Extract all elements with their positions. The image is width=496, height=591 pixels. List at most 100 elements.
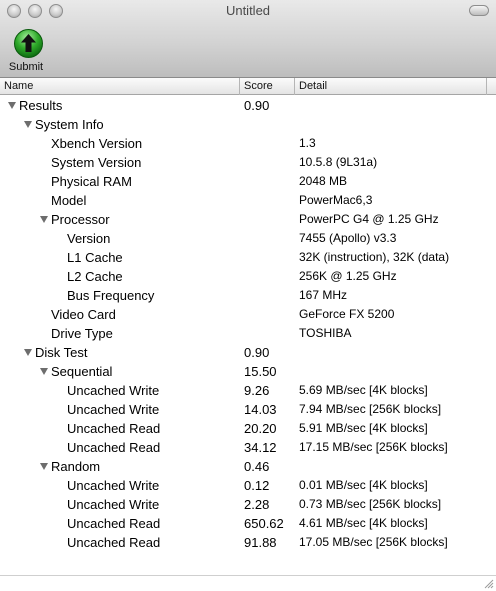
row-score: 2.28 xyxy=(244,497,270,512)
row-detail: 10.5.8 (9L31a) xyxy=(299,155,378,169)
disclosure-triangle-icon[interactable] xyxy=(40,463,48,470)
column-header-score[interactable]: Score xyxy=(239,78,294,95)
submit-label: Submit xyxy=(8,61,44,73)
row-detail: 256K @ 1.25 GHz xyxy=(299,269,397,283)
row-score: 0.90 xyxy=(244,345,270,360)
outline-row-model[interactable]: Model PowerMac6,3 xyxy=(0,191,496,210)
row-detail: 7.94 MB/sec [256K blocks] xyxy=(299,402,442,416)
row-name: Uncached Write xyxy=(67,497,160,512)
results-outline: Results 0.90 System Info Xbench Version 1.3 S… xyxy=(0,96,496,574)
row-name: Drive Type xyxy=(51,326,113,341)
outline-row-rnd-uncached-write-256k[interactable]: Uncached Write 2.28 0.73 MB/sec [256K bloc… xyxy=(0,495,496,514)
outline-row-results[interactable]: Results 0.90 xyxy=(0,96,496,115)
row-score: 34.12 xyxy=(244,440,277,455)
row-name: L2 Cache xyxy=(67,269,123,284)
row-detail: 0.73 MB/sec [256K blocks] xyxy=(299,497,442,511)
row-name: Processor xyxy=(51,212,110,227)
row-name: Uncached Write xyxy=(67,478,160,493)
row-detail: 32K (instruction), 32K (data) xyxy=(299,250,450,264)
row-detail: PowerPC G4 @ 1.25 GHz xyxy=(299,212,439,226)
outline-row-xbench-version[interactable]: Xbench Version 1.3 xyxy=(0,134,496,153)
row-name: L1 Cache xyxy=(67,250,123,265)
toolbar-toggle-button[interactable] xyxy=(469,5,489,16)
row-detail: 17.15 MB/sec [256K blocks] xyxy=(299,440,448,454)
row-name: Uncached Write xyxy=(67,383,160,398)
row-detail: 2048 MB xyxy=(299,174,348,188)
row-detail: 167 MHz xyxy=(299,288,348,302)
outline-row-video-card[interactable]: Video Card GeForce FX 5200 xyxy=(0,305,496,324)
row-name: Random xyxy=(51,459,101,474)
submit-up-arrow-icon xyxy=(14,29,43,58)
row-detail: 17.05 MB/sec [256K blocks] xyxy=(299,535,448,549)
row-name: Sequential xyxy=(51,364,113,379)
disclosure-triangle-icon[interactable] xyxy=(24,121,32,128)
row-score: 9.26 xyxy=(244,383,270,398)
row-name: Disk Test xyxy=(35,345,88,360)
outline-row-version[interactable]: Version 7455 (Apollo) v3.3 xyxy=(0,229,496,248)
row-detail: TOSHIBA xyxy=(299,326,352,340)
row-detail: 4.61 MB/sec [4K blocks] xyxy=(299,516,428,530)
row-detail: PowerMac6,3 xyxy=(299,193,373,207)
row-name: Uncached Write xyxy=(67,402,160,417)
outline-row-seq-uncached-write-256k[interactable]: Uncached Write 14.03 7.94 MB/sec [256K blo… xyxy=(0,400,496,419)
disclosure-triangle-icon[interactable] xyxy=(24,349,32,356)
row-name: Uncached Read xyxy=(67,421,161,436)
outline-row-rnd-uncached-read-256k[interactable]: Uncached Read 91.88 17.05 MB/sec [256K blo… xyxy=(0,533,496,552)
column-header-name[interactable]: Name xyxy=(0,78,239,95)
row-name: Uncached Read xyxy=(67,516,161,531)
row-detail: 1.3 xyxy=(299,136,316,150)
row-name: System Info xyxy=(35,117,104,132)
row-name: Uncached Read xyxy=(67,535,161,550)
outline-row-system-version[interactable]: System Version 10.5.8 (9L31a) xyxy=(0,153,496,172)
submit-button[interactable]: Submit xyxy=(3,28,49,76)
row-name: Bus Frequency xyxy=(67,288,155,303)
disclosure-triangle-icon[interactable] xyxy=(40,368,48,375)
outline-row-seq-uncached-read-4k[interactable]: Uncached Read 20.20 5.91 MB/sec [4K blocks… xyxy=(0,419,496,438)
disclosure-triangle-icon[interactable] xyxy=(8,102,16,109)
outline-row-l2-cache[interactable]: L2 Cache 256K @ 1.25 GHz xyxy=(0,267,496,286)
row-name: Model xyxy=(51,193,87,208)
disclosure-triangle-icon[interactable] xyxy=(40,216,48,223)
row-score: 650.62 xyxy=(244,516,284,531)
row-detail: 5.69 MB/sec [4K blocks] xyxy=(299,383,428,397)
row-score: 0.90 xyxy=(244,98,270,113)
window-title: Untitled xyxy=(225,3,271,18)
column-header-corner xyxy=(486,78,496,95)
row-score: 15.50 xyxy=(244,364,277,379)
outline-row-bus-frequency[interactable]: Bus Frequency 167 MHz xyxy=(0,286,496,305)
resize-grip-icon[interactable] xyxy=(482,577,494,589)
outline-row-seq-uncached-read-256k[interactable]: Uncached Read 34.12 17.15 MB/sec [256K blo… xyxy=(0,438,496,457)
outline-row-processor[interactable]: Processor PowerPC G4 @ 1.25 GHz xyxy=(0,210,496,229)
row-detail: 7455 (Apollo) v3.3 xyxy=(299,231,397,245)
outline-row-seq-uncached-write-4k[interactable]: Uncached Write 9.26 5.69 MB/sec [4K blocks… xyxy=(0,381,496,400)
row-score: 14.03 xyxy=(244,402,277,417)
outline-row-disk-test[interactable]: Disk Test 0.90 xyxy=(0,343,496,362)
row-name: Video Card xyxy=(51,307,116,322)
row-name: Xbench Version xyxy=(51,136,143,151)
row-score: 20.20 xyxy=(244,421,277,436)
xbench-window: Untitled Submit Name Score Detail Result… xyxy=(0,0,496,591)
row-score: 0.46 xyxy=(244,459,270,474)
row-name: Version xyxy=(67,231,111,246)
column-header: Name Score Detail xyxy=(0,78,496,95)
outline-row-drive-type[interactable]: Drive Type TOSHIBA xyxy=(0,324,496,343)
outline-row-random[interactable]: Random 0.46 xyxy=(0,457,496,476)
row-name: System Version xyxy=(51,155,142,170)
outline-row-l1-cache[interactable]: L1 Cache 32K (instruction), 32K (data) xyxy=(0,248,496,267)
row-score: 91.88 xyxy=(244,535,277,550)
outline-row-rnd-uncached-write-4k[interactable]: Uncached Write 0.12 0.01 MB/sec [4K blocks… xyxy=(0,476,496,495)
row-name: Physical RAM xyxy=(51,174,132,189)
outline-row-rnd-uncached-read-4k[interactable]: Uncached Read 650.62 4.61 MB/sec [4K block… xyxy=(0,514,496,533)
row-detail: 5.91 MB/sec [4K blocks] xyxy=(299,421,428,435)
column-header-detail[interactable]: Detail xyxy=(294,78,486,95)
row-name: Results xyxy=(19,98,63,113)
title-bar: Untitled Submit xyxy=(0,0,496,78)
outline-row-system-info[interactable]: System Info xyxy=(0,115,496,134)
row-name: Uncached Read xyxy=(67,440,161,455)
row-score: 0.12 xyxy=(244,478,270,493)
outline-row-sequential[interactable]: Sequential 15.50 xyxy=(0,362,496,381)
row-detail: GeForce FX 5200 xyxy=(299,307,395,321)
status-bar xyxy=(0,575,496,591)
row-detail: 0.01 MB/sec [4K blocks] xyxy=(299,478,428,492)
outline-row-physical-ram[interactable]: Physical RAM 2048 MB xyxy=(0,172,496,191)
